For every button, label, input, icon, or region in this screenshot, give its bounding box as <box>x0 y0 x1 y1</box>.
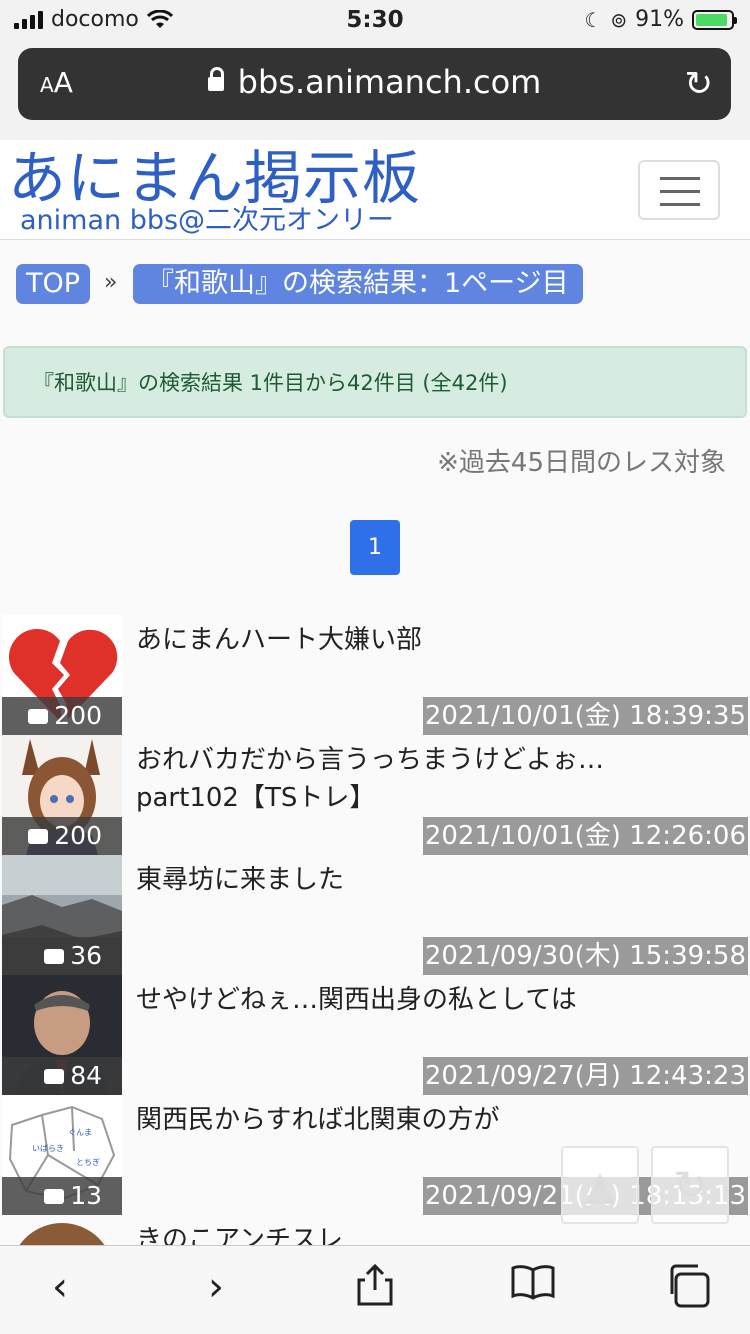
forward-icon[interactable]: › <box>186 1262 246 1312</box>
menu-toggle-button[interactable] <box>638 160 720 220</box>
svg-text:とちぎ: とちぎ <box>76 1157 100 1167</box>
tabs-icon[interactable] <box>658 1262 718 1312</box>
response-count-value: 200 <box>54 821 102 850</box>
share-icon[interactable] <box>345 1262 405 1312</box>
response-count-value: 13 <box>70 1181 102 1210</box>
thread-title[interactable]: せやけどねぇ…関西出身の私としては <box>136 981 696 1019</box>
response-count: 200 <box>2 817 122 855</box>
thread-date: 2021/10/01(金) 18:39:35 <box>422 697 748 735</box>
rotation-lock-icon: ⊚ <box>610 7 628 32</box>
battery-icon <box>692 9 737 30</box>
thread-list-item[interactable]: おれバカだから言うっちまうけどよぉ… part102【TSトレ】 200 2021/… <box>0 735 750 855</box>
thread-list-item[interactable]: せやけどねぇ…関西出身の私としては 84 2021/09/27(月) 12:43:2… <box>0 975 750 1095</box>
thread-title[interactable]: 東尋坊に来ました <box>136 861 696 899</box>
response-count-value: 36 <box>70 941 102 970</box>
breadcrumb-current[interactable]: 『和歌山』の検索結果：1ページ目 <box>133 264 583 304</box>
site-logo[interactable]: あにまん掲示板 <box>8 146 421 210</box>
comment-icon <box>28 709 49 724</box>
pagination-page-1[interactable]: 1 <box>350 520 400 575</box>
thread-date: 2021/09/30(木) 15:39:58 <box>422 937 748 975</box>
response-count: 200 <box>2 697 122 735</box>
comment-icon <box>44 1069 65 1084</box>
browser-toolbar: ‹ › <box>0 1245 750 1334</box>
thread-title[interactable]: おれバカだから言うっちまうけどよぉ… part102【TSトレ】 <box>136 741 696 817</box>
thread-thumbnail[interactable] <box>2 1215 122 1245</box>
bookmarks-icon[interactable] <box>503 1262 563 1312</box>
lock-icon <box>207 67 224 91</box>
scroll-top-button[interactable]: ▲ <box>561 1146 639 1224</box>
svg-text:ぐんま: ぐんま <box>68 1128 92 1137</box>
comment-icon <box>44 949 65 964</box>
thread-date: 2021/09/27(月) 12:43:23 <box>422 1057 748 1095</box>
site-header: あにまん掲示板 animan bbs@二次元オンリー <box>0 140 750 240</box>
url-host: bbs.animanch.com <box>237 63 542 101</box>
response-count-value: 200 <box>54 701 102 730</box>
address-bar[interactable]: AA bbs.animanch.com ↻ <box>18 48 731 120</box>
response-count: 36 <box>2 937 122 975</box>
site-subtitle: animan bbs@二次元オンリー <box>20 205 395 236</box>
response-count: 13 <box>2 1177 122 1215</box>
thread-list-item[interactable]: あにまんハート大嫌い部 200 2021/10/01(金) 18:39:35 <box>0 615 750 735</box>
thread-title[interactable]: 関西民からすれば北関東の方が <box>136 1101 696 1139</box>
svg-text:いばらき: いばらき <box>32 1144 64 1153</box>
back-icon[interactable]: ‹ <box>30 1262 90 1312</box>
search-result-alert: 『和歌山』の検索結果 1件目から42件目 (全42件) <box>3 346 747 418</box>
thread-title[interactable]: きのこアンチスレ <box>136 1221 696 1245</box>
thread-title[interactable]: あにまんハート大嫌い部 <box>136 621 696 659</box>
response-count-value: 84 <box>70 1061 102 1090</box>
comment-icon <box>28 829 49 844</box>
refresh-list-button[interactable]: ↻ <box>651 1146 729 1224</box>
reload-icon[interactable]: ↻ <box>685 64 714 104</box>
moon-icon: ☾ <box>584 7 603 32</box>
thread-list-item[interactable]: 東尋坊に来ました 36 2021/09/30(木) 15:39:58 <box>0 855 750 975</box>
status-bar: docomo 5:30 ☾ ⊚ 91% <box>0 0 750 42</box>
breadcrumb-top-link[interactable]: TOP <box>16 264 91 304</box>
response-count: 84 <box>2 1057 122 1095</box>
breadcrumb-separator: » <box>104 270 118 295</box>
search-scope-note: ※過去45日間のレス対象 <box>437 448 726 478</box>
thread-date: 2021/10/01(金) 12:26:06 <box>422 817 748 855</box>
battery-percent: 91% <box>635 7 684 32</box>
web-page: あにまん掲示板 animan bbs@二次元オンリー TOP » 『和歌山』の検… <box>0 140 750 1245</box>
comment-icon <box>44 1189 65 1204</box>
